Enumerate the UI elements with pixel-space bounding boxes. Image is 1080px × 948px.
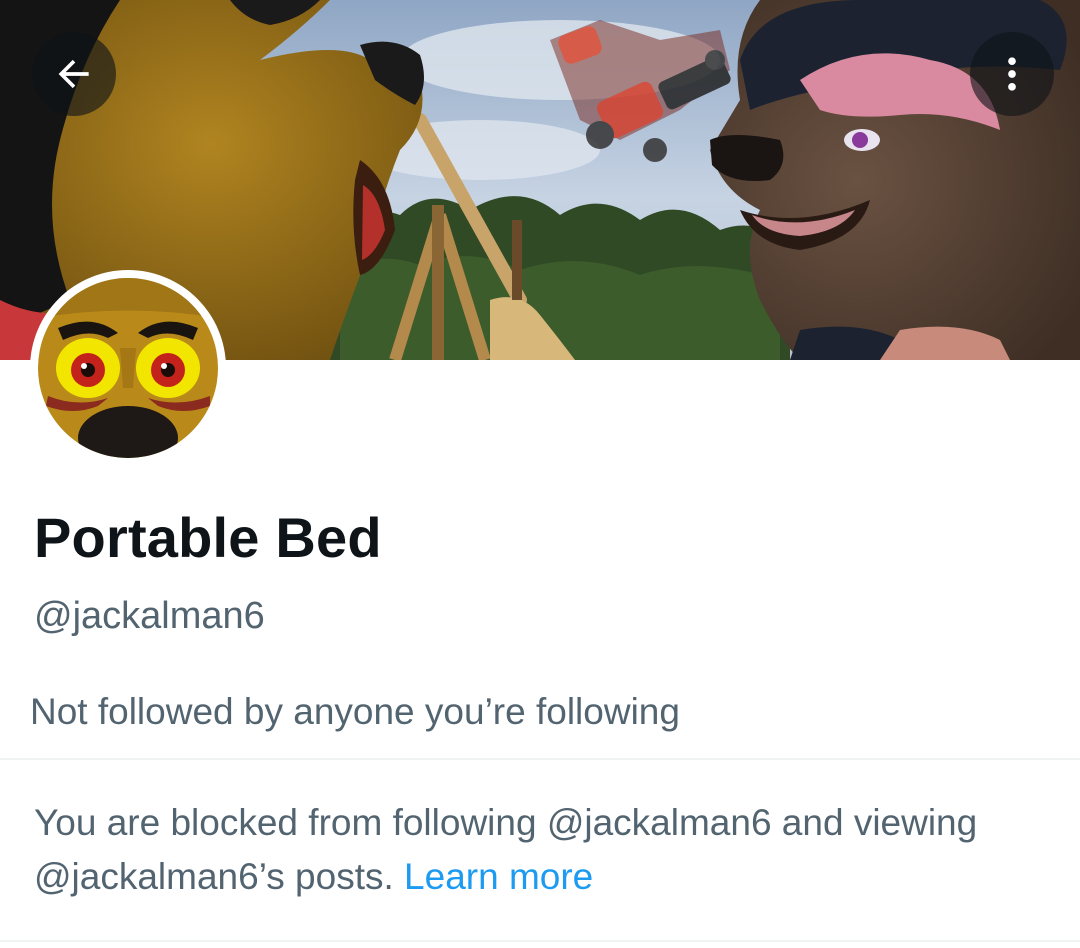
learn-more-link[interactable]: Learn more (404, 856, 593, 897)
display-name: Portable Bed (34, 506, 382, 569)
handle: @jackalman6 (34, 595, 265, 637)
followers-you-know-note[interactable]: Not followed by anyone you’re following (30, 686, 680, 738)
back-button[interactable] (32, 32, 116, 116)
avatar[interactable] (30, 270, 226, 466)
more-vertical-icon (1008, 57, 1016, 91)
divider (0, 758, 1080, 760)
more-options-button[interactable] (970, 32, 1054, 116)
arrow-left-icon (58, 59, 89, 89)
bottom-divider (0, 940, 1080, 942)
blocked-notice: You are blocked from following @jackalma… (34, 796, 1044, 904)
avatar-image (38, 278, 218, 458)
